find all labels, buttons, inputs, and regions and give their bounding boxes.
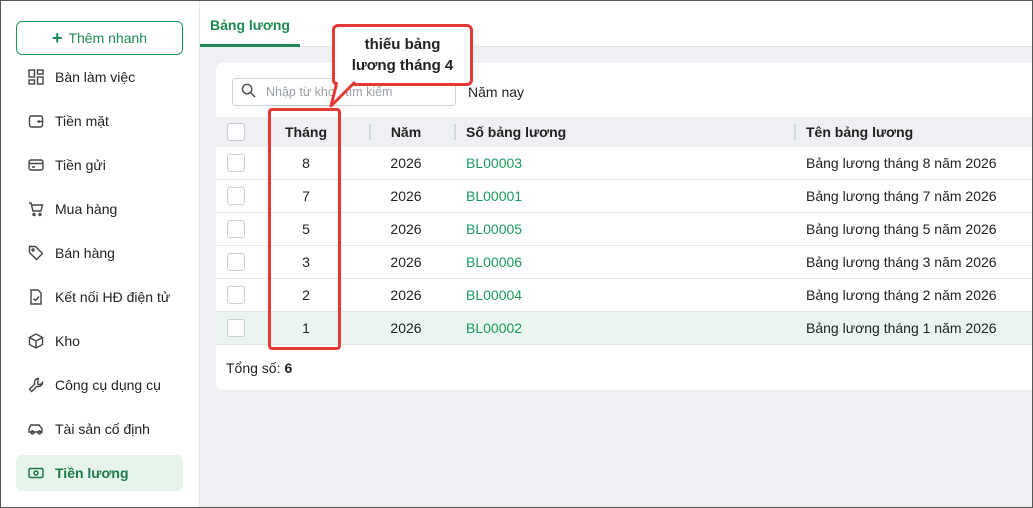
column-divider	[369, 124, 371, 140]
car-icon	[27, 420, 45, 438]
month-column-highlight	[268, 108, 341, 350]
header-name[interactable]: Tên bảng lương	[796, 124, 1033, 140]
sidebar-item-purchase[interactable]: Mua hàng	[16, 191, 183, 227]
row-checkbox[interactable]	[227, 286, 245, 304]
sidebar-item-label: Bàn làm việc	[55, 69, 136, 85]
card-icon	[27, 156, 45, 174]
row-checkbox[interactable]	[227, 220, 245, 238]
row-checkbox[interactable]	[227, 187, 245, 205]
sidebar-item-deposit[interactable]: Tiền gửi	[16, 147, 183, 183]
cell-name: Bảng lương tháng 3 năm 2026	[806, 254, 997, 270]
wallet-icon	[27, 112, 45, 130]
box-icon	[27, 332, 45, 350]
cell-year: 2026	[390, 188, 422, 204]
cell-year: 2026	[390, 287, 422, 303]
row-checkbox[interactable]	[227, 154, 245, 172]
select-all-checkbox[interactable]	[227, 123, 245, 141]
quick-add-label: Thêm nhanh	[68, 30, 148, 46]
search-icon	[241, 83, 256, 101]
cart-icon	[27, 200, 45, 218]
payroll-code-link[interactable]: BL00001	[466, 188, 522, 204]
cell-name: Bảng lương tháng 8 năm 2026	[806, 155, 997, 171]
column-divider	[454, 124, 456, 140]
sidebar-item-einvoice[interactable]: Kết nối HĐ điện tử	[16, 279, 183, 315]
row-checkbox[interactable]	[227, 253, 245, 271]
year-filter[interactable]: Năm nay	[468, 84, 524, 100]
payroll-code-link[interactable]: BL00003	[466, 155, 522, 171]
column-divider	[794, 124, 796, 140]
sidebar-item-tools[interactable]: Công cụ dụng cụ	[16, 367, 183, 403]
sidebar-item-warehouse[interactable]: Kho	[16, 323, 183, 359]
row-checkbox[interactable]	[227, 319, 245, 337]
sidebar-item-label: Kết nối HĐ điện tử	[55, 289, 171, 305]
sidebar-item-label: Tài sản cố định	[55, 421, 150, 437]
wrench-icon	[27, 376, 45, 394]
payroll-code-link[interactable]: BL00002	[466, 320, 522, 336]
cell-year: 2026	[390, 320, 422, 336]
plus-icon: +	[51, 28, 63, 48]
cell-name: Bảng lương tháng 2 năm 2026	[806, 287, 997, 303]
sidebar-item-sales[interactable]: Bán hàng	[16, 235, 183, 271]
sidebar-item-label: Bán hàng	[55, 245, 115, 261]
invoice-icon	[27, 288, 45, 306]
tab-bar: Bảng lương	[200, 0, 1033, 47]
payroll-code-link[interactable]: BL00006	[466, 254, 522, 270]
cell-name: Bảng lương tháng 1 năm 2026	[806, 320, 997, 336]
sidebar-item-label: Kho	[55, 333, 80, 349]
tag-icon	[27, 244, 45, 262]
sidebar-item-label: Mua hàng	[55, 201, 118, 217]
money-icon	[27, 464, 45, 482]
sidebar-item-fixed-assets[interactable]: Tài sản cố định	[16, 411, 183, 447]
cell-year: 2026	[390, 221, 422, 237]
cell-name: Bảng lương tháng 5 năm 2026	[806, 221, 997, 237]
cell-year: 2026	[390, 155, 422, 171]
payroll-code-link[interactable]: BL00004	[466, 287, 522, 303]
total-count: Tổng số: 6	[226, 360, 292, 376]
total-value: 6	[284, 360, 293, 376]
callout-pointer	[329, 80, 357, 108]
sidebar-item-label: Tiền gửi	[55, 157, 106, 173]
payroll-code-link[interactable]: BL00005	[466, 221, 522, 237]
cell-name: Bảng lương tháng 7 năm 2026	[806, 188, 997, 204]
annotation-callout: thiếu bảng lương tháng 4	[332, 24, 473, 86]
header-year[interactable]: Năm	[356, 124, 456, 140]
total-label: Tổng số:	[226, 360, 281, 376]
sidebar: + Thêm nhanh Bàn làm việc Tiền mặt Tiền …	[0, 0, 200, 508]
annotation-line-2: lương tháng 4	[351, 57, 454, 74]
sidebar-item-label: Công cụ dụng cụ	[55, 377, 161, 393]
sidebar-item-cash[interactable]: Tiền mặt	[16, 103, 183, 139]
quick-add-button[interactable]: + Thêm nhanh	[16, 21, 183, 55]
sidebar-item-label: Tiền lương	[55, 465, 129, 481]
annotation-line-1: thiếu bảng	[364, 36, 441, 53]
tab-payroll[interactable]: Bảng lương	[200, 0, 300, 47]
sidebar-item-label: Tiền mặt	[55, 113, 109, 129]
sidebar-item-dashboard[interactable]: Bàn làm việc	[16, 59, 183, 95]
sidebar-nav: Bàn làm việc Tiền mặt Tiền gửi Mua hàng …	[16, 59, 183, 499]
header-code[interactable]: Số bảng lương	[456, 124, 796, 140]
sidebar-item-payroll[interactable]: Tiền lương	[16, 455, 183, 491]
dashboard-icon	[27, 68, 45, 86]
cell-year: 2026	[390, 254, 422, 270]
